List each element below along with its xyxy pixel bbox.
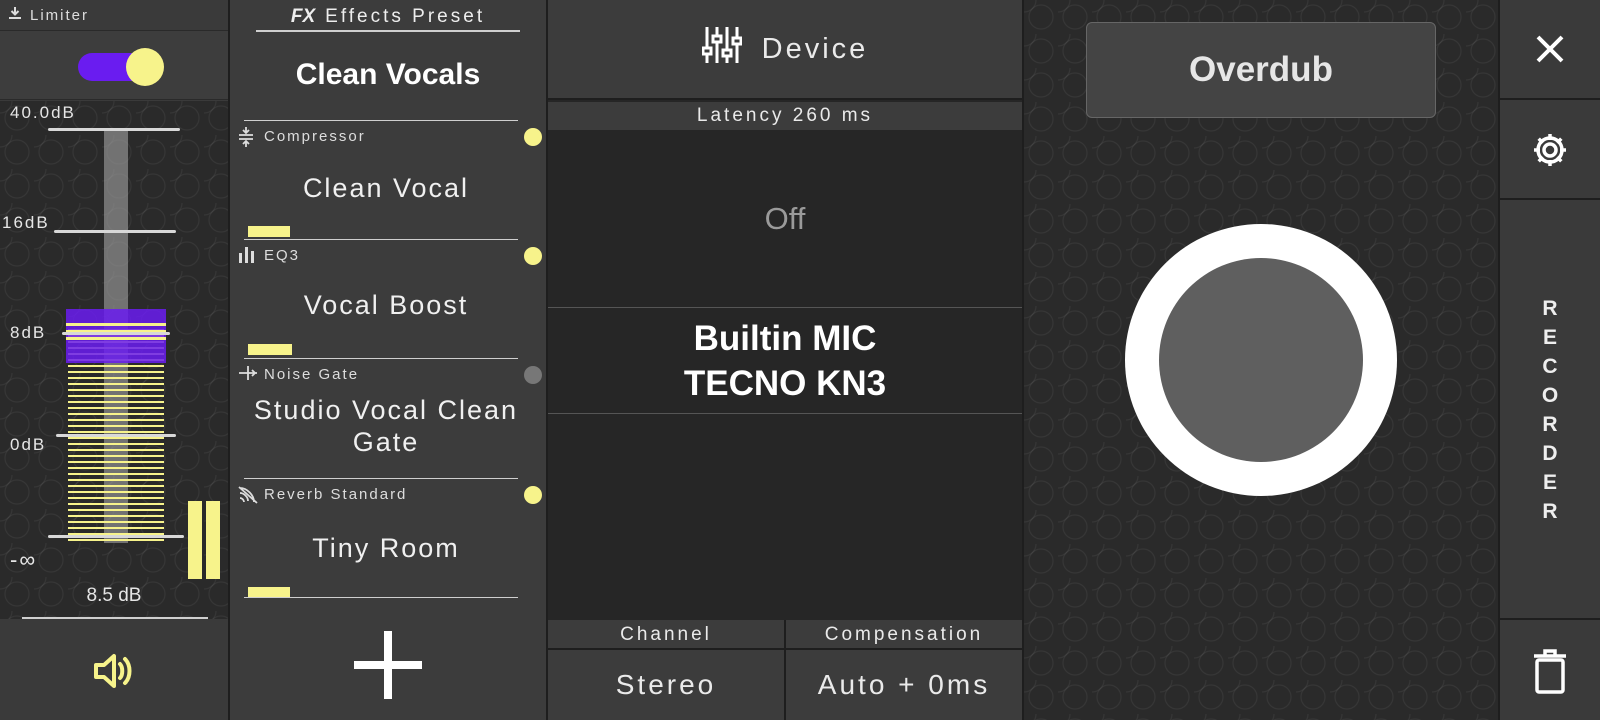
fx-name: EQ3	[264, 247, 301, 264]
recorder-tab-label: RECORDER	[1542, 294, 1558, 526]
limiter-title: Limiter	[30, 6, 90, 24]
speaker-icon	[94, 654, 132, 688]
recorder-letter: E	[1542, 326, 1557, 349]
close-icon	[1536, 35, 1564, 63]
scale-label-8db: 8dB	[10, 323, 47, 342]
fx-level-bar	[248, 226, 290, 237]
toggle-knob[interactable]	[126, 48, 164, 86]
limiter-panel: Limiter 40.0dB 16dB 8dB 0dB -∞ 8.5 dB	[0, 0, 230, 720]
mixer-icon	[701, 26, 743, 72]
scale-tick	[62, 332, 170, 335]
overdub-button[interactable]: Overdub	[1086, 22, 1436, 118]
effects-panel: FX Effects Preset Clean Vocals Compressor…	[230, 0, 548, 720]
fx-slot-noise-gate[interactable]: Noise Gate Studio Vocal Clean Gate	[230, 358, 546, 476]
device-header[interactable]: Device	[548, 0, 1022, 100]
noise-gate-icon	[238, 364, 258, 386]
input-device-selector[interactable]: Builtin MIC TECNO KN3	[548, 308, 1022, 414]
add-effect-button[interactable]	[230, 610, 546, 720]
recorder-panel: Overdub	[1024, 0, 1500, 720]
fx-active-indicator[interactable]	[524, 366, 542, 384]
recorder-letter: C	[1542, 355, 1558, 378]
gear-icon	[1534, 134, 1566, 166]
compressor-icon	[238, 126, 254, 152]
fx-value: Vocal Boost	[303, 290, 469, 320]
settings-button[interactable]	[1500, 102, 1600, 200]
scale-label-40db: 40.0dB	[10, 103, 76, 122]
device-panel: Device Latency 260 ms Off Builtin MIC TE…	[548, 0, 1024, 720]
fx-badge: FX	[290, 6, 316, 27]
effects-title: FX Effects Preset	[230, 6, 546, 28]
effects-title-text: Effects Preset	[325, 6, 486, 27]
compensation-setting[interactable]: Compensation Auto + 0ms	[786, 620, 1022, 720]
compensation-value[interactable]: Auto + 0ms	[786, 650, 1022, 720]
scale-label-0db: 0dB	[10, 435, 47, 454]
close-button[interactable]	[1500, 0, 1600, 100]
fx-active-indicator[interactable]	[524, 486, 542, 504]
channel-setting[interactable]: Channel Stereo	[548, 620, 786, 720]
scale-tick	[54, 230, 176, 233]
recorder-letter: O	[1541, 384, 1559, 407]
scale-label-16db: 16dB	[2, 213, 50, 232]
preset-name[interactable]: Clean Vocals	[230, 58, 546, 92]
scale-tick	[48, 128, 180, 131]
channel-label: Channel	[548, 620, 784, 650]
recorder-letter: D	[1542, 442, 1558, 465]
scale-tick	[56, 434, 176, 437]
input-device-model: TECNO KN3	[683, 364, 887, 403]
limiter-meter[interactable]: 40.0dB 16dB 8dB 0dB -∞ 8.5 dB	[0, 101, 228, 619]
divider	[244, 358, 518, 359]
divider	[244, 239, 518, 240]
divider	[22, 617, 208, 619]
monitor-toggle[interactable]: Off	[548, 130, 1022, 308]
fx-slot-reverb[interactable]: Reverb Standard Tiny Room	[230, 478, 546, 598]
recorder-tab[interactable]: RECORDER	[1500, 202, 1600, 620]
limiter-toggle[interactable]	[78, 48, 164, 86]
device-settings-row: Channel Stereo Compensation Auto + 0ms	[548, 620, 1022, 720]
limiter-header: Limiter	[0, 0, 228, 30]
recorder-letter: E	[1542, 471, 1557, 494]
compensation-label: Compensation	[786, 620, 1022, 650]
divider	[256, 30, 520, 32]
download-icon	[8, 6, 22, 24]
trash-icon	[1534, 649, 1566, 694]
fx-slot-eq3[interactable]: EQ3 Vocal Boost	[230, 239, 546, 357]
recorder-letter: R	[1542, 500, 1558, 523]
divider	[244, 597, 518, 598]
plus-icon	[354, 631, 422, 699]
scale-tick	[48, 535, 184, 538]
limiter-readout: 8.5 dB	[86, 585, 142, 606]
fx-active-indicator[interactable]	[524, 128, 542, 146]
speaker-button[interactable]	[0, 622, 228, 720]
peak-meter-right	[206, 501, 220, 579]
fx-active-indicator[interactable]	[524, 247, 542, 265]
fx-value: Tiny Room	[312, 533, 460, 563]
latency-readout: Latency 260 ms	[548, 102, 1022, 130]
fx-name: Reverb Standard	[264, 486, 408, 503]
bars-icon	[238, 245, 256, 267]
fx-name: Noise Gate	[264, 366, 360, 383]
scale-label-neg-inf: -∞	[10, 547, 38, 572]
side-toolbar: RECORDER	[1500, 0, 1600, 720]
recorder-letter: R	[1542, 297, 1558, 320]
fx-level-bar	[248, 344, 292, 355]
record-button[interactable]	[1125, 224, 1397, 496]
fx-name: Compressor	[264, 128, 366, 145]
recorder-letter: R	[1542, 413, 1558, 436]
fx-value: Clean Vocal	[302, 173, 470, 203]
peak-meter-left	[188, 501, 202, 579]
divider	[244, 478, 518, 479]
delete-button[interactable]	[1500, 622, 1600, 720]
reverb-icon	[238, 484, 258, 508]
divider	[244, 120, 518, 121]
fx-value: Studio Vocal Clean Gate	[253, 395, 519, 457]
record-button-inner	[1159, 258, 1363, 462]
fx-slot-compressor[interactable]: Compressor Clean Vocal	[230, 120, 546, 238]
limiter-toggle-area	[0, 30, 228, 100]
channel-value[interactable]: Stereo	[548, 650, 784, 720]
input-device-name: Builtin MIC	[693, 319, 877, 358]
device-title: Device	[761, 32, 869, 65]
